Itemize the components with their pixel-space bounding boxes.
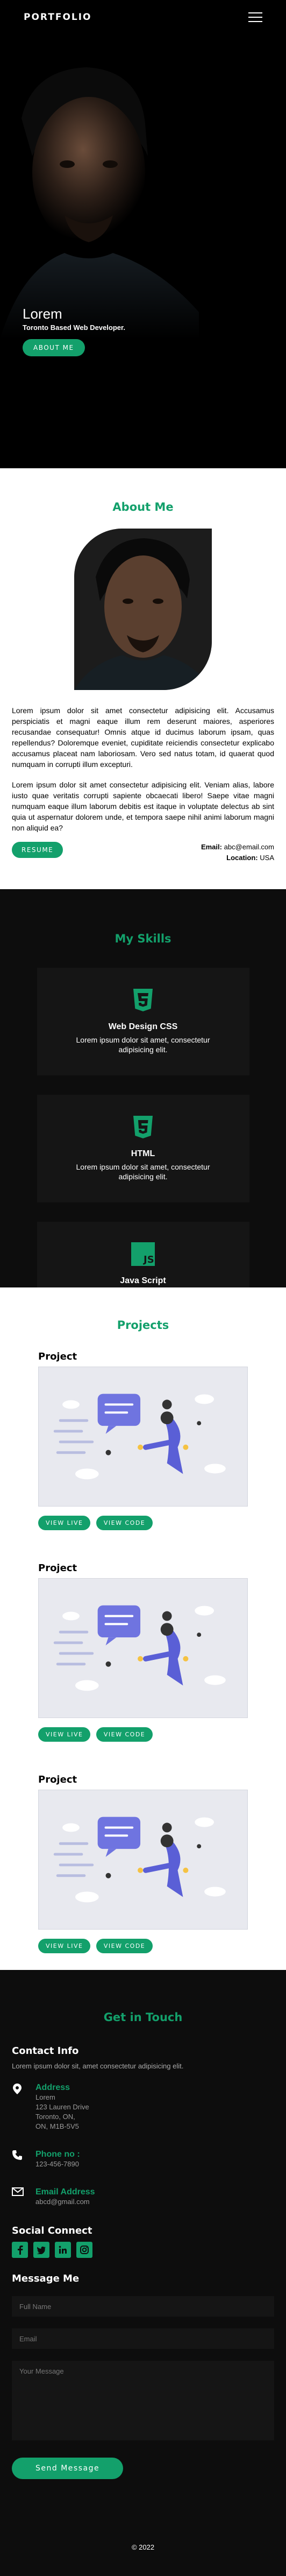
menu-icon[interactable] [248,12,262,22]
about-paragraph-2: Lorem ipsum dolor sit amet consectetur a… [12,780,274,832]
project-card: Project VIEW LIVE VIEW CODE [38,1563,248,1742]
project-buttons: VIEW LIVE VIEW CODE [38,1939,248,1953]
facebook-icon[interactable] [12,2242,28,2258]
project-card: Project VIEW LIVE VIEW CODE [38,1351,248,1530]
map-pin-icon [12,2083,35,2131]
site-header: PORTFOLIO [0,0,286,34]
email-label: Email: [201,843,222,851]
location-label: Location: [226,854,258,862]
phone-number: 123-456-7890 [35,2160,79,2168]
address-block: Address Lorem 123 Lauren Drive Toronto, … [12,2083,274,2131]
copyright-text: © 2022 [131,2543,155,2551]
email-title: Email Address [35,2187,95,2197]
address-line: ON, M1B-5V5 [35,2122,79,2130]
location-value: USA [260,854,274,862]
about-footer: RESUME Email: abc@email.com Location: US… [12,842,274,863]
envelope-icon [12,2187,35,2207]
address-line: Lorem [35,2093,55,2101]
address-line: Toronto, ON, [35,2113,75,2121]
css3-icon [133,989,153,1011]
svg-text:JS: JS [142,1254,154,1265]
project-illustration [38,1578,248,1718]
email-address: abcd@gmail.com [35,2198,90,2206]
js-icon: JS [131,1242,155,1266]
skill-card: Web Design CSS Lorem ipsum dolor sit ame… [37,968,249,1075]
view-live-button[interactable]: VIEW LIVE [38,1939,91,1953]
full-name-input[interactable] [12,2296,274,2317]
project-card: Project VIEW LIVE VIEW CODE [38,1774,248,1953]
phone-title: Phone no : [35,2150,80,2159]
contact-section: Get in Touch Contact Info Lorem ipsum do… [0,1970,286,2536]
skill-name: Web Design CSS [108,1022,178,1031]
contact-title: Get in Touch [103,2011,183,2024]
project-title: Project [38,1774,77,1785]
about-contact: Email: abc@email.com Location: USA [201,842,274,863]
view-code-button[interactable]: VIEW CODE [96,1516,153,1530]
view-code-button[interactable]: VIEW CODE [96,1939,153,1953]
contact-info-text: Lorem ipsum dolor sit, amet consectetur … [12,2062,184,2070]
skill-description: Lorem ipsum dolor sit amet, consectetur … [76,1163,210,1181]
email-block: Email Address abcd@gmail.com [12,2187,274,2207]
hero-section: PORTFOLIO Lorem Toronto Based Web Develo… [0,0,286,468]
view-live-button[interactable]: VIEW LIVE [38,1727,91,1742]
hero-intro: Lorem Toronto Based Web Developer. ABOUT… [23,306,125,356]
address-title: Address [35,2083,70,2092]
site-footer: © 2022 [0,2536,286,2559]
view-live-button[interactable]: VIEW LIVE [38,1516,91,1530]
about-section: About Me Lorem ipsum dolor sit amet cons… [0,468,286,889]
email-value: abc@email.com [224,843,274,851]
site-logo[interactable]: PORTFOLIO [24,12,92,23]
linkedin-icon[interactable] [55,2242,71,2258]
skill-name: Java Script [120,1276,166,1285]
message-title: Message Me [12,2273,80,2284]
hero-role: Toronto Based Web Developer. [23,323,125,332]
about-paragraph-1: Lorem ipsum dolor sit amet consectetur a… [12,706,274,769]
projects-section: Projects Project VIEW LIVE VIEW CODE Pro… [0,1287,286,1970]
phone-block: Phone no : 123-456-7890 [12,2150,274,2169]
about-portrait [74,529,212,690]
skill-description: Lorem ipsum dolor sit amet, consectetur … [76,1036,210,1054]
address-line: 123 Lauren Drive [35,2103,89,2111]
projects-title: Projects [117,1319,169,1332]
skill-name: HTML [131,1149,155,1158]
hero-portrait [0,59,199,339]
contact-info-title: Contact Info [12,2045,79,2057]
view-code-button[interactable]: VIEW CODE [96,1727,153,1742]
hero-name: Lorem [23,306,62,322]
phone-icon [12,2150,35,2169]
project-buttons: VIEW LIVE VIEW CODE [38,1516,248,1530]
project-title: Project [38,1351,77,1362]
skills-title: My Skills [115,932,171,945]
about-me-button[interactable]: ABOUT ME [23,339,85,356]
project-buttons: VIEW LIVE VIEW CODE [38,1727,248,1742]
send-message-button[interactable]: Send Message [12,2458,124,2479]
skills-section: My Skills Web Design CSS Lorem ipsum dol… [0,889,286,1329]
instagram-icon[interactable] [76,2242,92,2258]
project-illustration [38,1790,248,1930]
email-input[interactable] [12,2328,274,2349]
social-title: Social Connect [12,2225,92,2236]
message-textarea[interactable] [12,2361,274,2440]
project-illustration [38,1367,248,1507]
twitter-icon[interactable] [33,2242,49,2258]
resume-button[interactable]: RESUME [12,842,63,858]
html5-icon [133,1116,153,1138]
about-title: About Me [112,501,174,513]
project-title: Project [38,1563,77,1574]
skill-card: HTML Lorem ipsum dolor sit amet, consect… [37,1095,249,1202]
social-links [12,2242,274,2258]
